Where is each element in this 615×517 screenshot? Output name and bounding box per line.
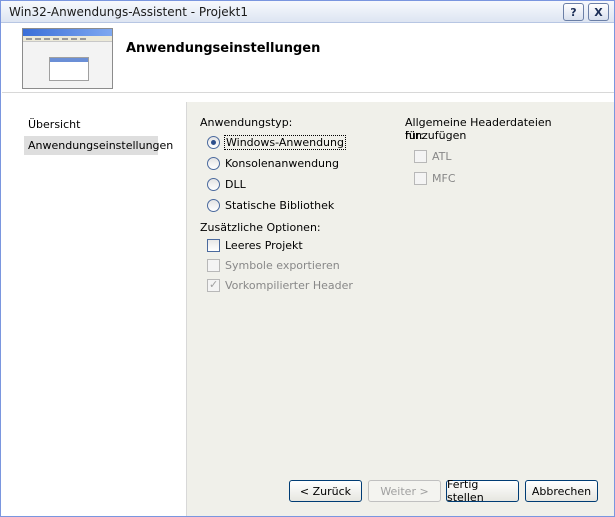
wizard-header: Anwendungseinstellungen bbox=[2, 23, 614, 93]
checkbox-precompiled-header-label: Vorkompilierter Header bbox=[225, 278, 353, 292]
checkbox bbox=[207, 258, 220, 272]
radio-windows-app-label: Windows-Anwendung bbox=[224, 134, 346, 150]
radio-button-selected[interactable] bbox=[207, 135, 220, 149]
cancel-button[interactable]: Abbrechen bbox=[525, 480, 598, 502]
radio-dll-label: DLL bbox=[225, 177, 246, 191]
radio-console-app-label: Konsolenanwendung bbox=[225, 156, 339, 170]
checkbox-atl: ATL bbox=[414, 148, 452, 164]
checkbox bbox=[414, 171, 427, 185]
wizard-window: Win32-Anwendungs-Assistent - Projekt1 ? … bbox=[0, 0, 615, 517]
radio-static-library[interactable]: Statische Bibliothek bbox=[207, 197, 334, 213]
checkbox-mfc-label: MFC bbox=[432, 171, 456, 185]
radio-button[interactable] bbox=[207, 156, 220, 170]
close-icon: X bbox=[594, 5, 603, 19]
radio-windows-app[interactable]: Windows-Anwendung bbox=[207, 134, 346, 150]
checkbox-mfc: MFC bbox=[414, 170, 456, 186]
help-button[interactable]: ? bbox=[563, 3, 584, 21]
nav-item-overview[interactable]: Übersicht bbox=[24, 116, 84, 133]
radio-button[interactable] bbox=[207, 177, 220, 191]
wizard-nav: Übersicht Anwendungseinstellungen bbox=[2, 102, 186, 516]
radio-dll[interactable]: DLL bbox=[207, 176, 246, 192]
checkbox-export-symbols: Symbole exportieren bbox=[207, 257, 340, 273]
app-type-label: Anwendungstyp: bbox=[200, 116, 293, 129]
checkbox-checked bbox=[207, 278, 220, 292]
window-title: Win32-Anwendungs-Assistent - Projekt1 bbox=[9, 5, 248, 19]
back-button[interactable]: < Zurück bbox=[289, 480, 362, 502]
checkbox-export-symbols-label: Symbole exportieren bbox=[225, 258, 340, 272]
headers-label-line1: Allgemeine Headerdateien hinzufügen bbox=[405, 116, 552, 142]
settings-panel: Anwendungstyp: Windows-Anwendung Konsole… bbox=[186, 102, 614, 516]
close-button[interactable]: X bbox=[588, 3, 609, 21]
next-button: Weiter > bbox=[368, 480, 441, 502]
radio-console-app[interactable]: Konsolenanwendung bbox=[207, 155, 339, 171]
page-title: Anwendungseinstellungen bbox=[126, 41, 321, 56]
checkbox-empty-project[interactable]: Leeres Projekt bbox=[207, 237, 303, 253]
checkbox bbox=[414, 149, 427, 163]
checkbox-atl-label: ATL bbox=[432, 149, 452, 163]
radio-button[interactable] bbox=[207, 198, 220, 212]
headers-label-line2: für: bbox=[405, 129, 424, 142]
title-bar: Win32-Anwendungs-Assistent - Projekt1 ? … bbox=[1, 1, 614, 23]
checkbox[interactable] bbox=[207, 238, 220, 252]
additional-options-label: Zusätzliche Optionen: bbox=[200, 221, 321, 234]
finish-button[interactable]: Fertig stellen bbox=[446, 478, 519, 504]
checkbox-empty-project-label: Leeres Projekt bbox=[225, 238, 303, 252]
radio-static-library-label: Statische Bibliothek bbox=[225, 198, 335, 212]
nav-item-application-settings[interactable]: Anwendungseinstellungen bbox=[24, 136, 173, 155]
help-icon: ? bbox=[570, 5, 577, 19]
application-preview-icon bbox=[22, 28, 113, 89]
checkbox-precompiled-header: Vorkompilierter Header bbox=[207, 277, 353, 293]
